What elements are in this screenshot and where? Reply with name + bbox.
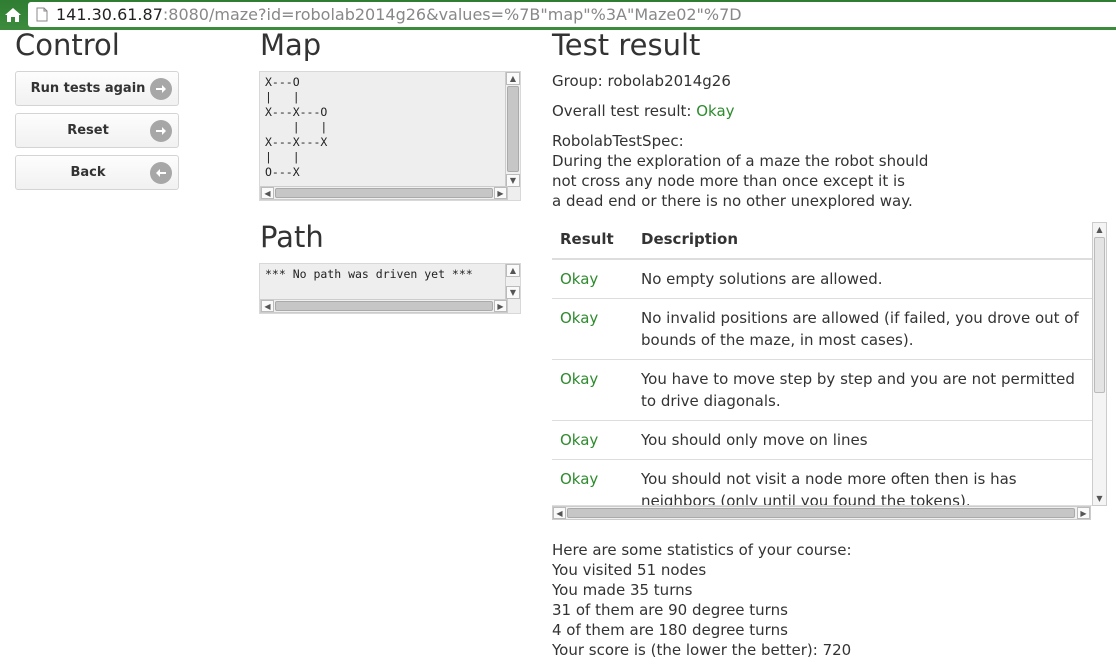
scroll-left-icon[interactable]: ◀ [261,300,274,312]
scroll-right-icon[interactable]: ▶ [494,300,507,312]
spec-line: During the exploration of a maze the rob… [552,152,929,170]
stats-line: You made 35 turns [552,581,693,599]
spec-line: not cross any node more than once except… [552,172,905,190]
results-horizontal-scrollbar[interactable]: ◀ ▶ [552,506,1091,520]
group-label: Group: robolab2014g26 [552,72,731,90]
run-tests-again-button[interactable]: Run tests again [15,71,179,106]
path-title: Path [260,220,324,254]
description-cell: You should only move on lines [641,420,1092,460]
reset-button[interactable]: Reset [15,113,179,148]
stats-line: Your score is (the lower the better): 72… [552,641,852,659]
column-header-result: Result [552,220,641,260]
back-label: Back [70,165,106,180]
run-tests-again-label: Run tests again [30,81,146,96]
scroll-up-icon[interactable]: ▲ [1093,223,1106,236]
table-row: Okay You should only move on lines [552,420,1092,460]
scroll-left-icon[interactable]: ◀ [261,187,274,199]
scroll-thumb[interactable] [567,508,1075,518]
scroll-down-icon[interactable]: ▼ [1093,492,1106,505]
address-bar[interactable]: 141.30.61.87:8080/maze?id=robolab2014g26… [28,2,1116,27]
arrow-right-icon [150,119,172,142]
map-content: X---O | | X---X---O | | X---X---X | | O-… [265,75,328,179]
arrow-right-icon [150,77,172,100]
url-path: :8080/maze?id=robolab2014g26&values=%7B"… [162,5,742,24]
map-title: Map [260,28,322,62]
overall-result: Overall test result: Okay [552,101,735,121]
table-header-row: Result Description [552,220,1092,260]
path-content: *** No path was driven yet *** [265,267,473,281]
description-cell: You have to move step by step and you ar… [641,359,1092,421]
spec-description: RobolabTestSpec: During the exploration … [552,131,928,211]
column-header-description: Description [641,220,1092,260]
course-statistics: Here are some statistics of your course:… [552,540,852,660]
back-button[interactable]: Back [15,155,179,190]
map-textarea[interactable]: X---O | | X---X---O | | X---X---X | | O-… [259,71,521,201]
path-textarea[interactable]: *** No path was driven yet *** ▲ ▼ ◀ ▶ [259,263,521,314]
scroll-down-icon[interactable]: ▼ [506,174,520,187]
result-cell: Okay [552,420,641,460]
browser-toolbar: 141.30.61.87:8080/maze?id=robolab2014g26… [0,0,1116,30]
stats-line: 4 of them are 180 degree turns [552,621,788,639]
scroll-right-icon[interactable]: ▶ [1077,507,1090,519]
overall-result-value: Okay [696,102,735,120]
results-table-container[interactable]: Result Description Okay No empty solutio… [552,220,1107,506]
scroll-thumb[interactable] [1094,237,1105,393]
page-icon [36,7,48,22]
overall-result-label: Overall test result: [552,102,697,120]
result-cell: Okay [552,258,641,299]
scroll-down-icon[interactable]: ▼ [506,286,520,299]
scroll-thumb[interactable] [275,301,493,311]
path-horizontal-scrollbar[interactable]: ◀ ▶ [260,299,508,313]
scroll-thumb[interactable] [275,188,493,198]
result-cell: Okay [552,359,641,421]
table-row: Okay No empty solutions are allowed. [552,258,1092,299]
url-host: 141.30.61.87 [56,5,163,24]
scroll-up-icon[interactable]: ▲ [506,264,520,277]
home-icon[interactable] [0,0,26,30]
arrow-left-icon [150,161,172,184]
test-result-title: Test result [552,28,701,62]
description-cell: No invalid positions are allowed (if fai… [641,298,1092,360]
map-vertical-scrollbar[interactable]: ▲ ▼ [505,72,520,187]
description-cell: You should not visit a node more often t… [641,459,1092,505]
reset-label: Reset [67,123,109,138]
scroll-left-icon[interactable]: ◀ [553,507,566,519]
spec-line: a dead end or there is no other unexplor… [552,192,913,210]
scroll-thumb[interactable] [507,86,519,172]
map-horizontal-scrollbar[interactable]: ◀ ▶ [260,186,508,200]
result-cell: Okay [552,298,641,360]
scroll-up-icon[interactable]: ▲ [506,72,520,85]
scroll-right-icon[interactable]: ▶ [494,187,507,199]
spec-name: RobolabTestSpec: [552,132,684,150]
table-row: Okay You should not visit a node more of… [552,459,1092,505]
control-title: Control [15,28,120,62]
stats-line: You visited 51 nodes [552,561,707,579]
description-cell: No empty solutions are allowed. [641,258,1092,299]
stats-line: 31 of them are 90 degree turns [552,601,788,619]
table-row: Okay You have to move step by step and y… [552,359,1092,421]
results-table: Result Description Okay No empty solutio… [552,220,1092,505]
stats-line: Here are some statistics of your course: [552,541,852,559]
table-row: Okay No invalid positions are allowed (i… [552,298,1092,360]
results-vertical-scrollbar[interactable]: ▲ ▼ [1092,222,1107,506]
result-cell: Okay [552,459,641,505]
path-vertical-scrollbar[interactable]: ▲ ▼ [505,264,520,299]
